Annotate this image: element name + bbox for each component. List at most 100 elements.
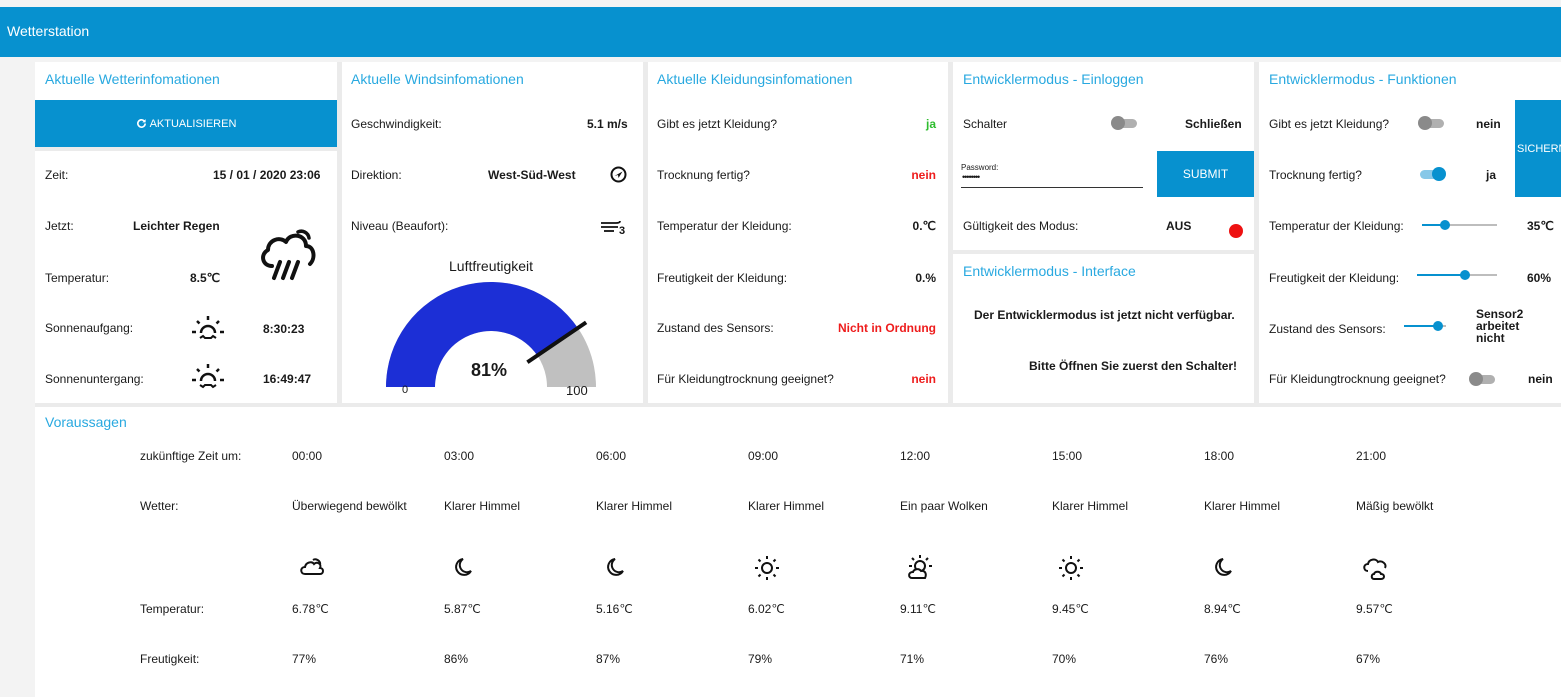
refresh-label: AKTUALISIEREN	[149, 117, 237, 130]
row-divider	[35, 403, 1561, 407]
forecast-time: 03:00	[444, 449, 475, 463]
temperature-value: 8.5℃	[190, 271, 221, 285]
submit-button[interactable]: SUBMIT	[1157, 151, 1254, 197]
func-row-value: nein	[1528, 372, 1553, 386]
speed-label: Geschwindigkeit:	[351, 117, 442, 131]
drying-done-toggle[interactable]	[1418, 167, 1446, 181]
sensor-slider[interactable]	[1404, 321, 1446, 331]
forecast-weather: Klarer Himmel	[1204, 499, 1281, 513]
clothes-present-toggle[interactable]	[1418, 116, 1446, 130]
moon-icon	[455, 558, 472, 576]
forecast-weather: Klarer Himmel	[1052, 499, 1129, 513]
forecast-time: 09:00	[748, 449, 779, 463]
clothes-row-value: ja	[925, 117, 936, 131]
forecast-weather: Klarer Himmel	[444, 499, 521, 513]
func-row-value: nein	[1476, 117, 1501, 131]
password-label: Password:	[961, 163, 999, 172]
save-button[interactable]: SICHERN	[1515, 100, 1561, 197]
interface-message: Der Entwicklermodus ist jetzt nicht verf…	[974, 308, 1235, 322]
login-panel-title: Entwicklermodus - Einloggen	[963, 71, 1144, 87]
sensor-state-value: Sensor2 arbeitet nicht	[1476, 308, 1523, 344]
now-value: Leichter Regen	[133, 219, 220, 233]
forecast-weather: Überwiegend bewölkt	[292, 499, 407, 513]
beaufort-3-icon: 3	[601, 220, 625, 237]
interface-panel-title: Entwicklermodus - Interface	[963, 263, 1136, 279]
forecast-humidity-label: Freutigkeit:	[140, 652, 200, 666]
forecast-time: 06:00	[596, 449, 627, 463]
gauge-max-label: 100	[566, 383, 588, 398]
func-row-label: Trocknung fertig?	[1269, 168, 1362, 182]
forecast-time: 00:00	[292, 449, 323, 463]
forecast-weather: Ein paar Wolken	[900, 499, 988, 513]
gauge-value: 81%	[471, 360, 508, 380]
sunset-value: 16:49:47	[263, 372, 312, 386]
func-row-label: Freutigkeit der Kleidung:	[1269, 271, 1400, 285]
clothes-row-value: 0.%	[915, 271, 936, 285]
forecast-weather-label: Wetter:	[140, 499, 179, 513]
top-strip	[0, 0, 1561, 7]
time-value: 15 / 01 / 2020 23:06	[213, 168, 321, 182]
interface-instruction: Bitte Öffnen Sie zuerst den Schalter!	[1029, 359, 1238, 373]
clothes-panel-title: Aktuelle Kleidungsinfomationen	[657, 71, 853, 87]
forecast-humidity: 76%	[1204, 652, 1229, 666]
password-field[interactable]: ••••••••	[962, 172, 980, 182]
refresh-icon	[136, 118, 146, 128]
weather-panel-title: Aktuelle Wetterinfomationen	[45, 71, 220, 87]
forecast-humidity: 79%	[748, 652, 773, 666]
refresh-button[interactable]: AKTUALISIEREN	[35, 100, 337, 147]
temperature-slider[interactable]	[1422, 220, 1497, 230]
func-row-label: Zustand des Sensors:	[1269, 322, 1386, 336]
forecast-temperature: 9.11℃	[900, 602, 936, 616]
switch-value: Schließen	[1185, 117, 1242, 131]
humidity-slider[interactable]	[1417, 270, 1497, 280]
clothes-row-label: Trocknung fertig?	[657, 168, 750, 182]
validity-value: AUS	[1166, 219, 1192, 233]
sun-icon	[755, 556, 779, 580]
forecast-temperature: 9.57℃	[1356, 602, 1393, 616]
forecast-time: 15:00	[1052, 449, 1083, 463]
clothes-row-label: Gibt es jetzt Kleidung?	[657, 117, 778, 131]
drying-suitable-toggle[interactable]	[1469, 372, 1497, 386]
temperature-label: Temperatur:	[45, 271, 110, 285]
direction-value: West-Süd-West	[488, 168, 576, 182]
app-header: Wetterstation	[0, 7, 1561, 57]
password-underline	[961, 187, 1143, 188]
validity-label: Gültigkeit des Modus:	[963, 219, 1079, 233]
app-title: Wetterstation	[7, 23, 90, 39]
sun-cloud-icon	[908, 555, 932, 579]
functions-panel-title: Entwicklermodus - Funktionen	[1269, 71, 1457, 87]
forecast-temperature: 6.02℃	[748, 602, 785, 616]
save-label: SICHERN	[1517, 142, 1561, 155]
forecast-humidity: 71%	[900, 652, 925, 666]
forecast-time: 18:00	[1204, 449, 1235, 463]
forecast-time: 12:00	[900, 449, 931, 463]
mode-switch[interactable]	[1111, 116, 1139, 130]
forecast-temperature: 5.16℃	[596, 602, 633, 616]
svg-text:3: 3	[619, 225, 625, 237]
forecast-weather: Klarer Himmel	[748, 499, 825, 513]
func-row-value: 35℃	[1527, 219, 1554, 233]
cloud-moon-icon	[300, 558, 324, 575]
func-row-label: Für Kleidungtrocknung geeignet?	[1269, 372, 1446, 386]
now-label: Jetzt:	[45, 219, 74, 233]
clouds-icon	[1363, 558, 1387, 580]
gauge-title: Luftfreutigkeit	[449, 258, 534, 274]
panel-divider	[35, 147, 337, 151]
rain-cloud-icon	[261, 229, 316, 280]
forecast-humidity: 67%	[1356, 652, 1381, 666]
forecast-temperature: 6.78℃	[292, 602, 329, 616]
panel-divider	[953, 250, 1254, 254]
clothes-row-label: Temperatur der Kleidung:	[657, 219, 792, 233]
forecast-weather: Klarer Himmel	[596, 499, 673, 513]
forecast-weather: Mäßig bewölkt	[1356, 499, 1434, 513]
column-divider	[643, 62, 648, 404]
switch-label: Schalter	[963, 117, 1008, 131]
gauge-min-label: 0	[402, 384, 409, 396]
beaufort-label: Niveau (Beaufort):	[351, 219, 449, 233]
forecast-humidity: 77%	[292, 652, 317, 666]
time-label: Zeit:	[45, 168, 69, 182]
forecast-temperature-label: Temperatur:	[140, 602, 205, 616]
sun-icon	[1059, 556, 1083, 580]
compass-icon	[610, 166, 627, 183]
sunrise-label: Sonnenaufgang:	[45, 321, 134, 335]
